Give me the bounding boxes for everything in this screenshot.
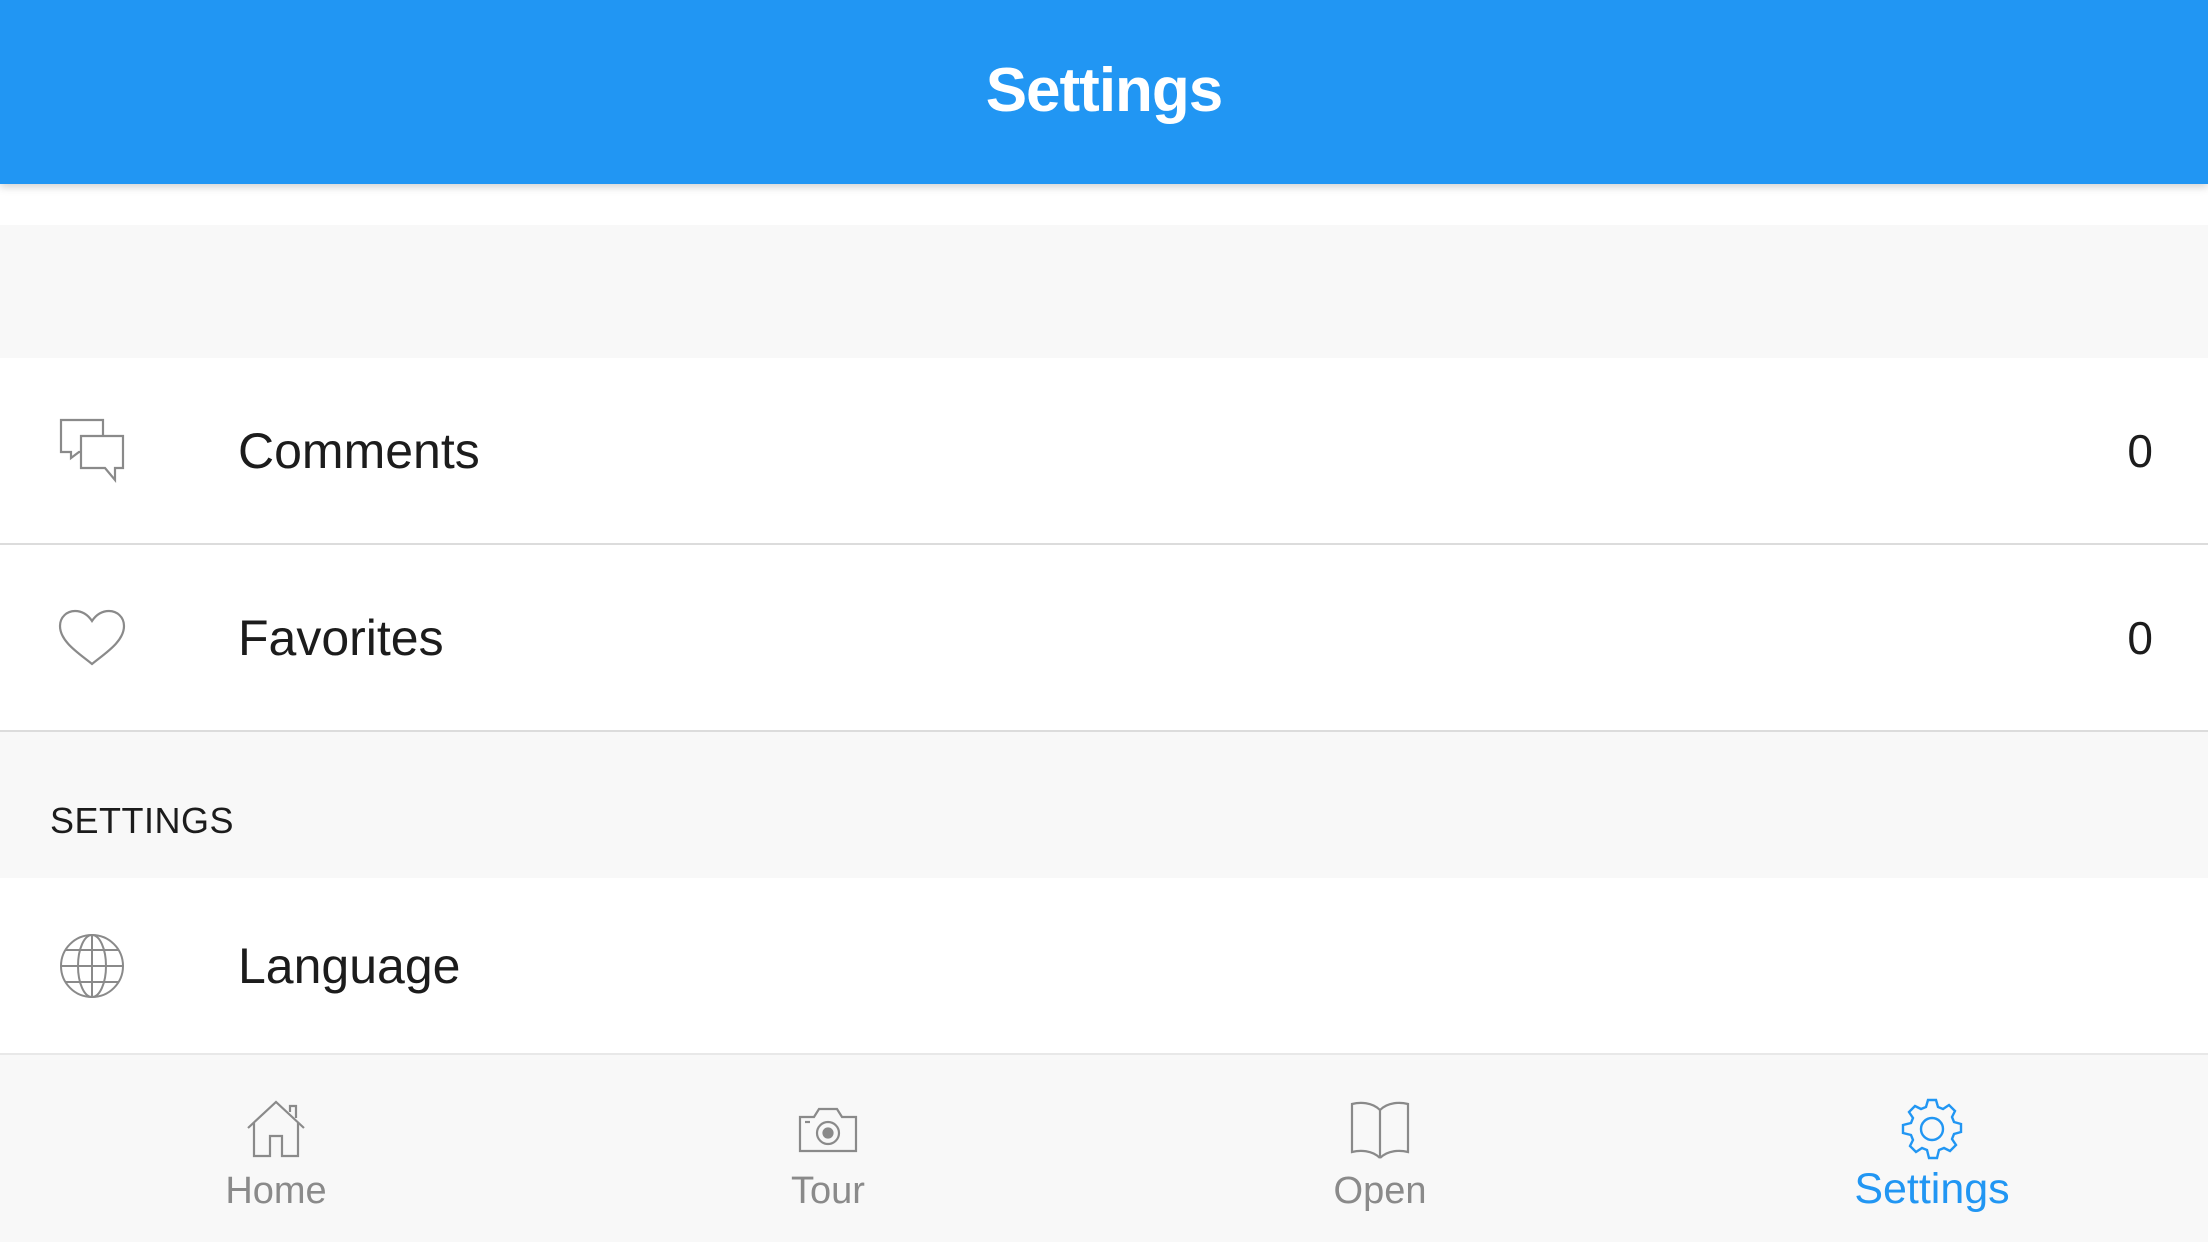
tab-tour[interactable]: Tour — [552, 1055, 1104, 1242]
settings-section-header: SETTINGS — [0, 732, 2208, 878]
nav-header: Settings — [0, 0, 2208, 184]
comments-row[interactable]: Comments 0 — [0, 358, 2208, 545]
book-icon — [1344, 1095, 1416, 1163]
favorites-count: 0 — [2127, 611, 2153, 664]
tab-bar: Home Tour Open Settings — [0, 1053, 2208, 1242]
comments-icon — [55, 414, 129, 488]
language-row[interactable]: Language — [0, 878, 2208, 1053]
section-header-label: SETTINGS — [50, 800, 235, 841]
tab-label: Settings — [1854, 1165, 2010, 1213]
tab-label: Tour — [791, 1170, 865, 1212]
tab-home[interactable]: Home — [0, 1055, 552, 1242]
tab-settings[interactable]: Settings — [1656, 1055, 2208, 1242]
language-label: Language — [238, 937, 461, 994]
tab-label: Open — [1333, 1170, 1427, 1212]
heart-icon — [55, 601, 129, 675]
tab-label: Home — [225, 1170, 327, 1212]
favorites-row[interactable]: Favorites 0 — [0, 545, 2208, 732]
favorites-label: Favorites — [238, 609, 444, 666]
page-title: Settings — [985, 55, 1224, 125]
gear-icon — [1896, 1095, 1968, 1163]
comments-label: Comments — [238, 422, 480, 479]
home-icon — [240, 1095, 312, 1163]
comments-count: 0 — [2127, 424, 2153, 477]
settings-screen: Settings Comments 0 Favorites 0 SETTINGS — [0, 0, 2208, 1242]
camera-icon — [792, 1095, 864, 1163]
section-spacer — [0, 225, 2208, 358]
tab-open[interactable]: Open — [1104, 1055, 1656, 1242]
globe-icon — [55, 929, 129, 1003]
